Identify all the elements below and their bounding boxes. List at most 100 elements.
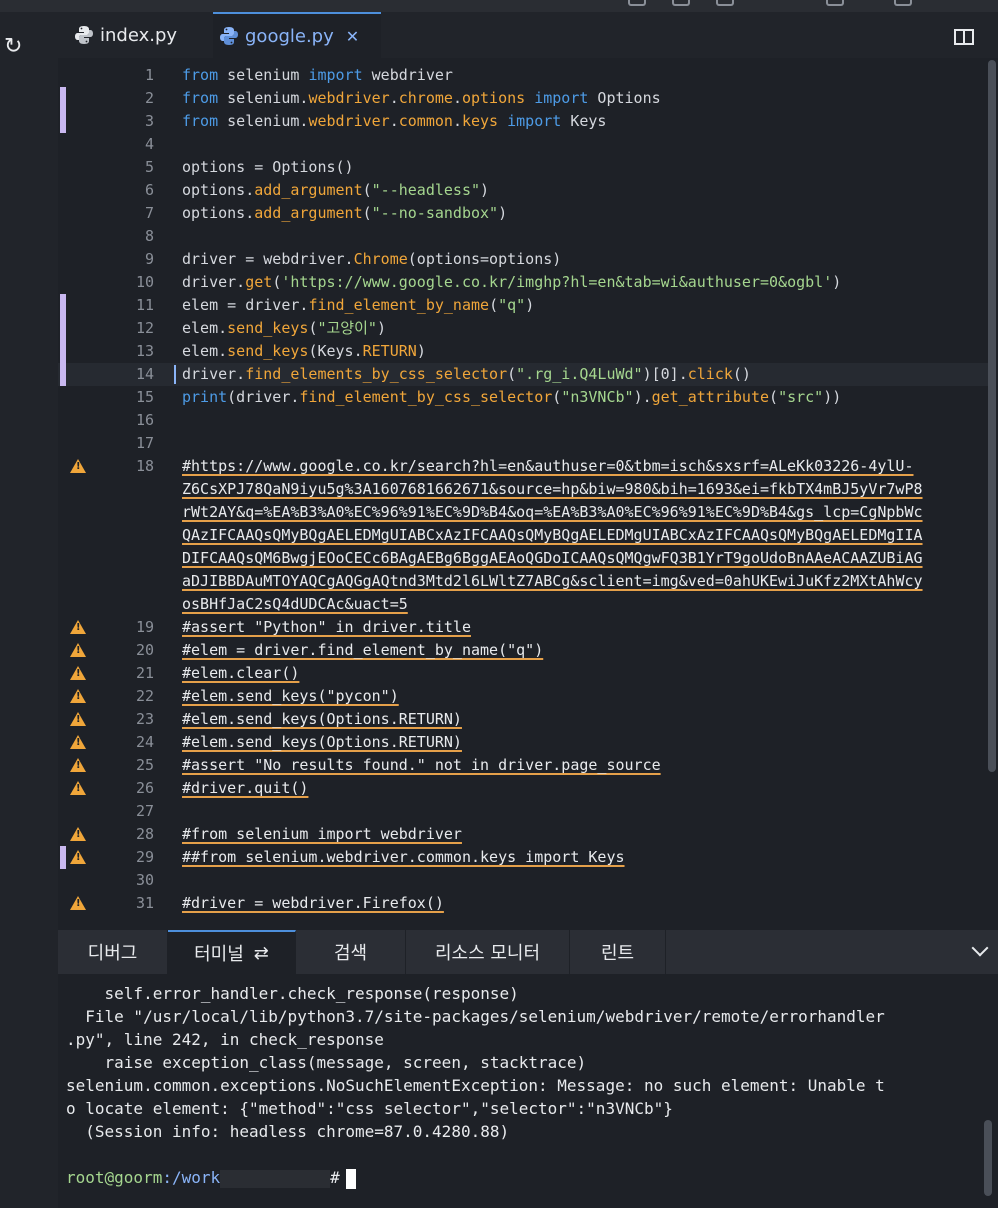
panel-tab-label: 터미널 <box>194 944 244 965</box>
warning-icon[interactable] <box>70 712 86 726</box>
panel-tab[interactable]: 터미널 ⇄ <box>168 930 296 974</box>
tab-google-py[interactable]: google.py ✕ <box>213 12 381 58</box>
chevron-down-icon[interactable] <box>971 939 989 957</box>
code-line[interactable]: Z6CsXPJ78QaN9iyu5g%3A1607681662671&sourc… <box>58 478 988 501</box>
code-text: driver.get('https://www.google.co.kr/img… <box>182 273 842 291</box>
code-line[interactable]: 6 options.add_argument("--headless") <box>58 179 988 202</box>
close-icon[interactable]: ✕ <box>346 27 359 46</box>
code-line[interactable]: 31 #driver = webdriver.Firefox() <box>58 892 988 915</box>
line-number: 9 <box>144 250 154 268</box>
toolbar-icon[interactable] <box>628 0 646 6</box>
code-line[interactable]: 11 elem = driver.find_element_by_name("q"… <box>58 294 988 317</box>
python-icon <box>220 27 238 45</box>
code-line[interactable]: 19 #assert "Python" in driver.title <box>58 616 988 639</box>
toolbar-icon[interactable] <box>894 0 912 6</box>
warning-icon[interactable] <box>70 643 86 657</box>
change-marker <box>60 110 66 133</box>
code-line[interactable]: 13 elem.send_keys(Keys.RETURN) <box>58 340 988 363</box>
code-line[interactable]: 26 #driver.quit() <box>58 777 988 800</box>
code-line[interactable]: 16 <box>58 409 988 432</box>
refresh-icon[interactable]: ↻ <box>4 36 26 58</box>
terminal-panel[interactable]: self.error_handler.check_response(respon… <box>58 974 998 1208</box>
line-number: 20 <box>135 641 154 659</box>
code-line[interactable]: 10 driver.get('https://www.google.co.kr/i… <box>58 271 988 294</box>
toolbar-icon[interactable] <box>826 0 844 6</box>
code-line[interactable]: 17 <box>58 432 988 455</box>
panel-tab-label: 디버그 <box>87 943 138 964</box>
top-toolbar-strip <box>0 0 998 12</box>
line-number: 26 <box>135 779 154 797</box>
comment-text: #elem.clear() <box>182 664 300 682</box>
terminal-output-line: File "/usr/local/lib/python3.7/site-pack… <box>66 1007 885 1026</box>
prompt-symbol: # <box>330 1168 340 1187</box>
toolbar-icon[interactable] <box>672 0 690 6</box>
warning-icon[interactable] <box>70 850 86 864</box>
code-line[interactable]: 9 driver = webdriver.Chrome(options=optio… <box>58 248 988 271</box>
code-line[interactable]: 22 #elem.send_keys("pycon") <box>58 685 988 708</box>
line-number: 4 <box>144 135 154 153</box>
editor-tab-bar: index.py google.py ✕ <box>58 12 998 58</box>
warning-icon[interactable] <box>70 735 86 749</box>
code-line[interactable]: 18 #https://www.google.co.kr/search?hl=en… <box>58 455 988 478</box>
code-line[interactable]: 29 ##from selenium.webdriver.common.keys … <box>58 846 988 869</box>
panel-tab[interactable]: 디버그 <box>58 930 168 974</box>
code-line[interactable]: QAzIFCAAQsQMyBQgAELEDMgUIABCxAzIFCAAQsQM… <box>58 524 988 547</box>
line-number: 8 <box>144 227 154 245</box>
panel-tab[interactable]: 검색 <box>296 930 406 974</box>
panel-tab[interactable]: 리소스 모니터 <box>406 930 570 974</box>
terminal-output-line: raise exception_class(message, screen, s… <box>66 1053 587 1072</box>
code-line[interactable]: 27 <box>58 800 988 823</box>
warning-icon[interactable] <box>70 896 86 910</box>
code-line[interactable]: 21 #elem.clear() <box>58 662 988 685</box>
warning-icon[interactable] <box>70 459 86 473</box>
terminal-prompt[interactable]: root@goorm:/work # <box>66 1166 356 1189</box>
terminal-scrollbar[interactable] <box>984 1120 992 1196</box>
code-editor[interactable]: 1 from selenium import webdriver 2 from sel… <box>58 58 988 930</box>
warning-icon[interactable] <box>70 666 86 680</box>
prompt-user: root@goorm <box>66 1168 163 1187</box>
code-line[interactable]: 4 <box>58 133 988 156</box>
line-number: 28 <box>135 825 154 843</box>
code-line[interactable]: 1 from selenium import webdriver <box>58 64 988 87</box>
comment-text: DIFCAAQsQM6BwgjEOoCECc6BAgAEBg6BggAEAoQG… <box>182 549 923 567</box>
code-line[interactable]: 25 #assert "No results found." not in dri… <box>58 754 988 777</box>
code-line[interactable]: 8 <box>58 225 988 248</box>
code-line[interactable]: 3 from selenium.webdriver.common.keys imp… <box>58 110 988 133</box>
refresh-icon[interactable]: ⇄ <box>254 943 269 964</box>
code-line[interactable]: 28 #from selenium import webdriver <box>58 823 988 846</box>
panel-tab[interactable]: 린트 <box>570 930 666 974</box>
terminal-cursor <box>345 1168 356 1189</box>
code-line[interactable]: DIFCAAQsQM6BwgjEOoCECc6BAgAEBg6BggAEAoQG… <box>58 547 988 570</box>
code-line[interactable]: 20 #elem = driver.find_element_by_name("q… <box>58 639 988 662</box>
code-line[interactable]: 14 driver.find_elements_by_css_selector("… <box>58 363 988 386</box>
editor-scrollbar[interactable] <box>988 60 996 772</box>
tab-index-py[interactable]: index.py <box>68 12 213 58</box>
warning-icon[interactable] <box>70 689 86 703</box>
code-line[interactable]: 12 elem.send_keys("고양이") <box>58 317 988 340</box>
code-line[interactable]: 23 #elem.send_keys(Options.RETURN) <box>58 708 988 731</box>
code-line[interactable]: rWt2AY&q=%EA%B3%A0%EC%96%91%EC%9D%B4&oq=… <box>58 501 988 524</box>
terminal-output-line: selenium.common.exceptions.NoSuchElement… <box>66 1076 885 1095</box>
tab-label: index.py <box>100 24 178 46</box>
warning-icon[interactable] <box>70 758 86 772</box>
code-line[interactable]: aDJIBBDAuMTOYAQCgAQGgAQtnd3Mtd2l6LWltZ7A… <box>58 570 988 593</box>
line-number: 18 <box>135 457 154 475</box>
split-editor-icon[interactable] <box>954 29 974 45</box>
bottom-panel-tabs: 디버그 터미널 ⇄ 검색 리소스 모니터 린트 <box>58 930 998 974</box>
panel-tab-label: 검색 <box>333 943 368 964</box>
warning-icon[interactable] <box>70 781 86 795</box>
code-line[interactable]: 5 options = Options() <box>58 156 988 179</box>
code-line[interactable]: osBHfJaC2sQ4dUDCAc&uact=5 <box>58 593 988 616</box>
warning-icon[interactable] <box>70 827 86 841</box>
code-text: driver = webdriver.Chrome(options=option… <box>182 250 562 268</box>
comment-text: #elem.send_keys("pycon") <box>182 687 399 705</box>
toolbar-icon[interactable] <box>716 0 734 6</box>
code-line[interactable]: 7 options.add_argument("--no-sandbox") <box>58 202 988 225</box>
code-line[interactable]: 30 <box>58 869 988 892</box>
code-line[interactable]: 24 #elem.send_keys(Options.RETURN) <box>58 731 988 754</box>
code-line[interactable]: 2 from selenium.webdriver.chrome.options … <box>58 87 988 110</box>
warning-icon[interactable] <box>70 620 86 634</box>
panel-tab-label: 리소스 모니터 <box>434 943 541 964</box>
code-line[interactable]: 15 print(driver.find_element_by_css_selec… <box>58 386 988 409</box>
comment-text: Z6CsXPJ78QaN9iyu5g%3A1607681662671&sourc… <box>182 480 923 498</box>
